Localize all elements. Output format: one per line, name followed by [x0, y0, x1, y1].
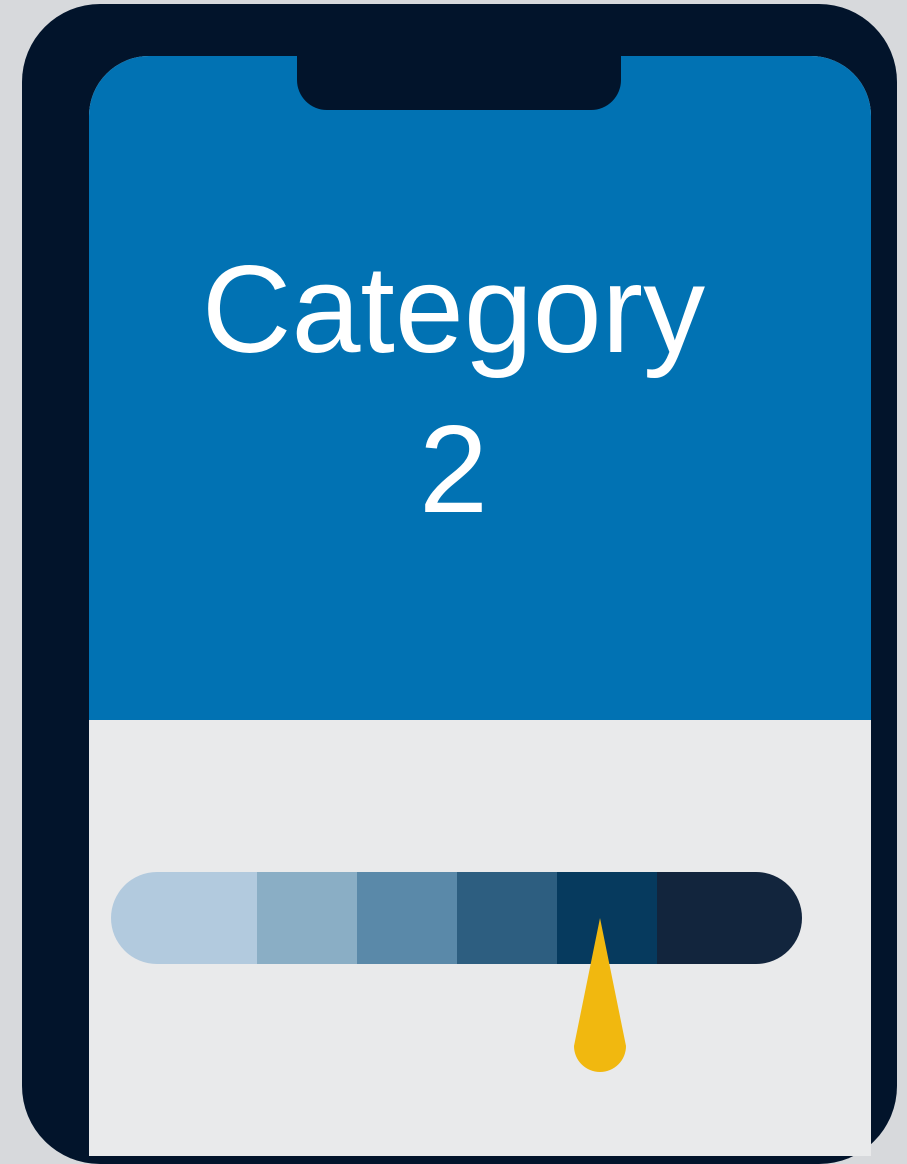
scale-pointer-icon	[574, 918, 626, 1072]
category-title: Category 2	[0, 230, 907, 550]
phone-frame	[22, 4, 897, 1164]
scale-segment-2	[257, 872, 357, 964]
phone-screen	[89, 56, 871, 1156]
category-title-line2: 2	[419, 401, 488, 539]
phone-notch	[297, 40, 621, 110]
scale-segment-6	[657, 872, 802, 964]
category-scale-bar	[111, 872, 802, 964]
scale-segment-1	[111, 872, 257, 964]
scale-segment-4	[457, 872, 557, 964]
category-title-line1: Category	[201, 241, 706, 379]
scale-segment-3	[357, 872, 457, 964]
